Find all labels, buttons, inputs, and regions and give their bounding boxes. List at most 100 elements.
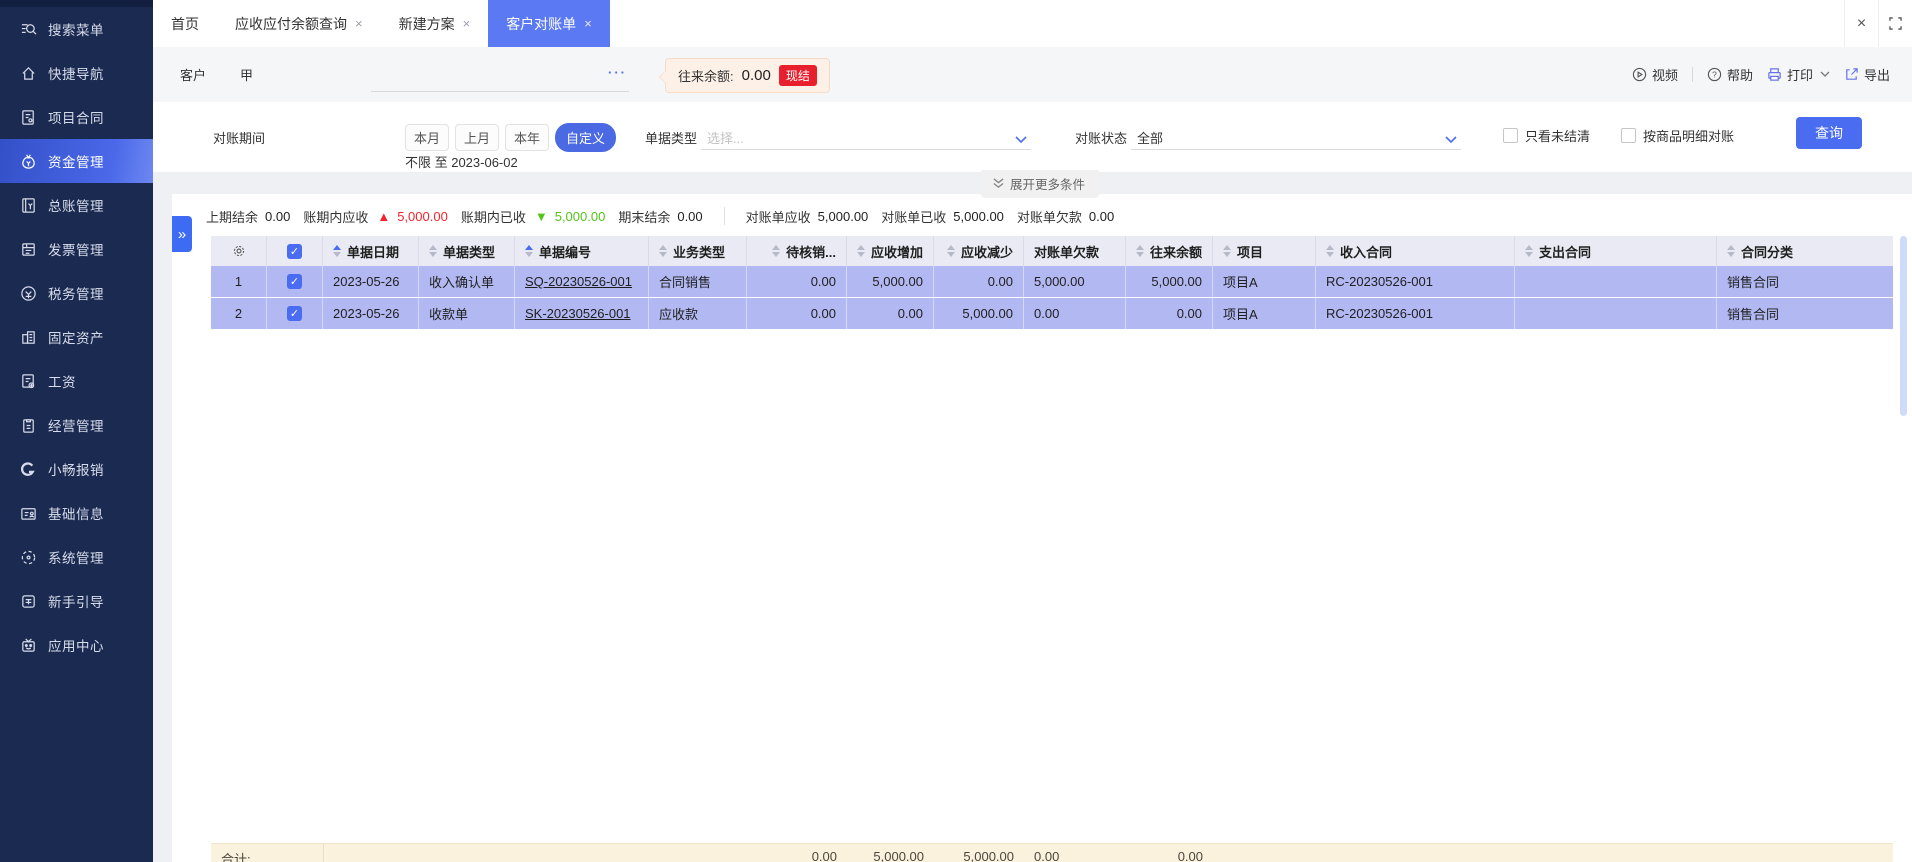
tab-1[interactable]: 首页	[153, 0, 217, 47]
detail-checkbox[interactable]: 按商品明细对账	[1621, 126, 1734, 145]
tab-close-icon[interactable]: ×	[584, 17, 592, 30]
sidebar-item-11[interactable]: 小畅报销	[0, 447, 153, 491]
customer-value[interactable]: 甲	[240, 65, 253, 84]
footer-decrease: 5,000.00	[963, 849, 1014, 862]
close-window-button[interactable]: ×	[1844, 0, 1878, 47]
detail-checkbox-label: 按商品明细对账	[1643, 129, 1735, 144]
sidebar-item-10[interactable]: 经营管理	[0, 403, 153, 447]
table-row[interactable]: 1 ✓ 2023-05-26 收入确认单 SQ-20230526-001 合同销售 0.00…	[211, 266, 1893, 298]
query-button[interactable]: 查询	[1796, 117, 1862, 149]
vertical-scrollbar[interactable]	[1900, 236, 1907, 416]
chevron-down-icon[interactable]	[1820, 71, 1830, 78]
tab-2[interactable]: 应收应付余额查询 ×	[217, 0, 381, 47]
column-header-9[interactable]: 往来余额	[1126, 236, 1213, 266]
row-checkbox[interactable]: ✓	[267, 266, 323, 297]
tab-close-icon[interactable]: ×	[463, 17, 471, 30]
customer-picker-button[interactable]: ···	[608, 65, 627, 80]
toolbar-action-2[interactable]: ? 帮助	[1707, 65, 1753, 84]
summary-divider	[723, 207, 725, 225]
period-option-4[interactable]: 自定义	[555, 123, 617, 152]
column-header-7[interactable]: 应收减少	[934, 236, 1024, 266]
sort-arrows-icon[interactable]	[525, 245, 533, 257]
expand-more-button[interactable]: 展开更多条件	[980, 170, 1100, 198]
fullscreen-button[interactable]	[1878, 0, 1912, 47]
sort-arrows-icon[interactable]	[1727, 245, 1735, 257]
column-header-12[interactable]: 支出合同	[1515, 236, 1717, 266]
sidebar-item-15[interactable]: 应用中心	[0, 623, 153, 667]
sidebar-item-1[interactable]: 搜索菜单	[0, 7, 153, 51]
select-all-checkbox[interactable]: ✓	[267, 236, 323, 266]
column-header-4[interactable]: 业务类型	[649, 236, 747, 266]
toolbar-action-1[interactable]: 视频	[1632, 65, 1678, 84]
column-header-10[interactable]: 项目	[1213, 236, 1316, 266]
gear-icon	[232, 244, 246, 258]
filter-row: 对账期间 本月 上月 本年 自定义 不限 至 2023-06-02 单据类型 选择..…	[153, 117, 1912, 170]
row-checkbox[interactable]: ✓	[267, 298, 323, 329]
sort-arrows-icon[interactable]	[1525, 245, 1533, 257]
status-select[interactable]: 全部	[1131, 124, 1461, 150]
sidebar-item-12[interactable]: 基础信息	[0, 491, 153, 535]
sidebar-item-4[interactable]: 资金管理	[0, 139, 153, 183]
tab-label: 应收应付余额查询	[235, 15, 347, 32]
column-header-13[interactable]: 合同分类	[1717, 236, 1893, 266]
cell-decrease: 0.00	[934, 266, 1024, 297]
sidebar-item-label: 搜索菜单	[48, 23, 104, 38]
period-option-3[interactable]: 本年	[505, 124, 550, 151]
column-header-11[interactable]: 收入合同	[1316, 236, 1515, 266]
doc-type-select[interactable]: 选择...	[701, 124, 1031, 150]
expand-side-panel-button[interactable]: »	[172, 216, 192, 252]
column-header-3[interactable]: 单据编号	[515, 236, 649, 266]
sort-arrows-icon[interactable]	[1326, 245, 1334, 257]
tab-4[interactable]: 客户对账单 ×	[488, 0, 610, 47]
sidebar-item-13[interactable]: 系统管理	[0, 535, 153, 579]
sidebar-item-9[interactable]: 工资	[0, 359, 153, 403]
sidebar-item-label: 应用中心	[48, 639, 104, 654]
sort-arrows-icon[interactable]	[946, 245, 955, 257]
tab-close-icon[interactable]: ×	[355, 17, 363, 30]
cell-increase: 0.00	[847, 298, 934, 329]
cell-biz_type: 合同销售	[649, 266, 747, 297]
sidebar-item-8[interactable]: 固定资产	[0, 315, 153, 359]
sort-arrows-icon[interactable]	[1135, 245, 1144, 257]
sort-arrows-icon[interactable]	[429, 245, 437, 257]
summary-row: 上期结余 0.00 账期内应收 ▲ 5,000.00 账期内已收 ▼ 5,000.00 期末结余…	[206, 202, 1114, 230]
unsettled-checkbox[interactable]: 只看未结清	[1503, 126, 1590, 145]
summary-label: 对账单应收	[745, 209, 811, 225]
sort-arrows-icon[interactable]	[333, 245, 341, 257]
period-range[interactable]: 不限 至 2023-06-02	[405, 152, 518, 171]
sidebar-item-label: 快捷导航	[48, 67, 104, 82]
toolbar-action-4[interactable]: 导出	[1844, 65, 1890, 84]
footer-category	[1717, 844, 1893, 862]
sidebar-item-2[interactable]: 快捷导航	[0, 51, 153, 95]
document-link[interactable]: SQ-20230526-001	[525, 274, 632, 289]
sidebar-item-6[interactable]: 发票管理	[0, 227, 153, 271]
sort-arrows-icon[interactable]	[772, 245, 781, 257]
cell-decrease: 5,000.00	[934, 298, 1024, 329]
sort-arrows-icon[interactable]	[856, 245, 865, 257]
tab-3[interactable]: 新建方案 ×	[381, 0, 489, 47]
toolbar-action-3[interactable]: 打印	[1767, 65, 1830, 84]
column-settings-cell[interactable]	[211, 236, 267, 266]
sidebar-item-14[interactable]: 新手引导	[0, 579, 153, 623]
cell-biz_type: 应收款	[649, 298, 747, 329]
table-body: 1 ✓ 2023-05-26 收入确认单 SQ-20230526-001 合同销售 0.00…	[211, 266, 1893, 330]
sort-arrows-icon[interactable]	[1223, 245, 1231, 257]
column-header-1[interactable]: 单据日期	[323, 236, 419, 266]
sort-arrows-icon[interactable]	[659, 245, 667, 257]
sidebar-item-5[interactable]: 总账管理	[0, 183, 153, 227]
document-link[interactable]: SK-20230526-001	[525, 306, 631, 321]
customer-input-underline[interactable]	[371, 91, 629, 92]
cell-increase: 5,000.00	[847, 266, 934, 297]
column-header-6[interactable]: 应收增加	[847, 236, 934, 266]
column-header-5[interactable]: 待核销...	[747, 236, 847, 266]
cell-expense_contract	[1515, 298, 1717, 329]
svg-text:?: ?	[1712, 69, 1717, 79]
period-label: 对账期间	[213, 131, 266, 146]
column-header-2[interactable]: 单据类型	[419, 236, 515, 266]
sidebar-item-3[interactable]: 项目合同	[0, 95, 153, 139]
table-row[interactable]: 2 ✓ 2023-05-26 收款单 SK-20230526-001 应收款 0.00 0.0…	[211, 298, 1893, 330]
period-option-2[interactable]: 上月	[455, 124, 500, 151]
column-header-8[interactable]: 对账单欠款	[1024, 236, 1126, 266]
sidebar-item-7[interactable]: 税务管理	[0, 271, 153, 315]
period-option-1[interactable]: 本月	[405, 124, 450, 151]
